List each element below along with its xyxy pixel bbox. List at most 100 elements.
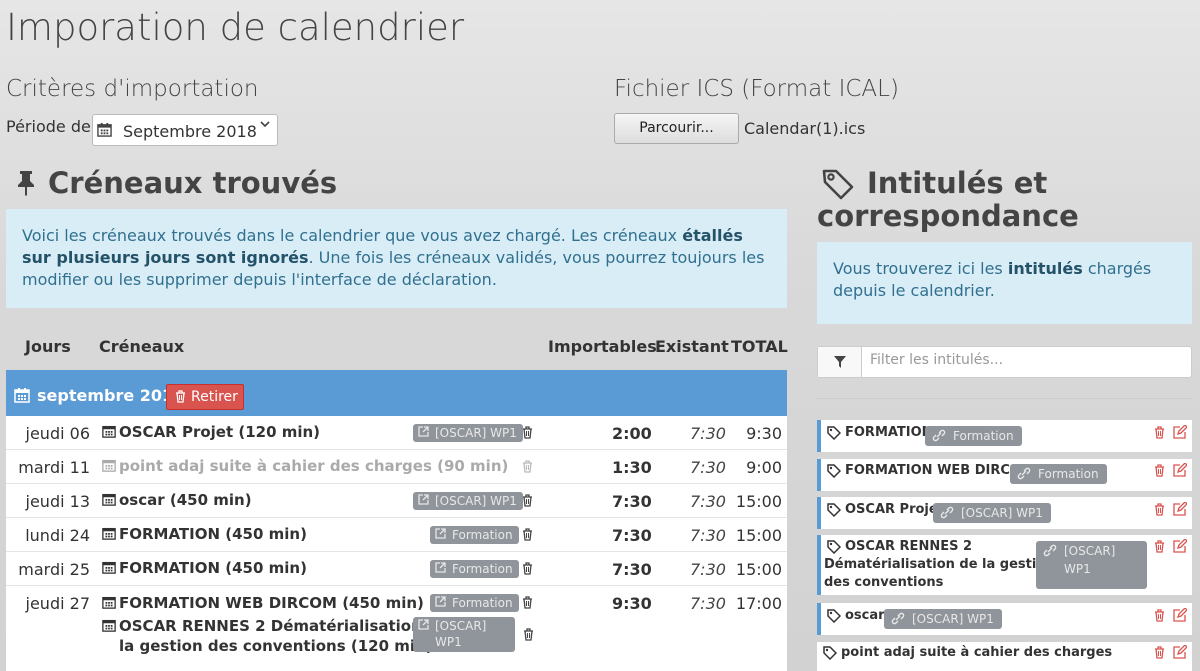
intitules-info-text-1: Vous trouverez ici les bbox=[833, 259, 1008, 278]
importables-value: 7:30 bbox=[612, 492, 652, 511]
slot-tag-label: [OSCAR] WP1 bbox=[435, 426, 517, 440]
periode-label: Période de bbox=[6, 117, 91, 136]
creneaux-table: jeudi 06 OSCAR Projet (120 min) [OSCAR] … bbox=[6, 416, 787, 671]
intitule-tag-label: [OSCAR] WP1 bbox=[961, 506, 1043, 520]
slot-label: oscar (450 min) bbox=[119, 491, 252, 509]
slot-tag[interactable]: [OSCAR] WP1 bbox=[413, 424, 523, 442]
existant-value: 7:30 bbox=[690, 526, 726, 545]
external-link-icon bbox=[435, 562, 446, 573]
importables-value: 9:30 bbox=[612, 594, 652, 613]
slot-tag[interactable]: Formation bbox=[430, 594, 519, 612]
intitule-label: Dématérialisation de la gestion bbox=[824, 557, 1055, 572]
trash-icon[interactable] bbox=[522, 562, 533, 575]
table-row: lundi 24 FORMATION (450 min) Formation 7… bbox=[6, 518, 787, 552]
calendar-icon bbox=[97, 122, 112, 137]
list-item: point adaj suite à cahier des charges bbox=[817, 642, 1192, 671]
intitule-tag-label: Formation bbox=[1038, 467, 1099, 481]
slot-tag[interactable]: [OSCAR] WP1 bbox=[413, 617, 515, 652]
slot-label: FORMATION (450 min) bbox=[119, 559, 307, 577]
filter-input[interactable] bbox=[870, 352, 1180, 368]
total-value: 15:00 bbox=[735, 492, 782, 511]
calendar-icon bbox=[102, 424, 116, 438]
trash-icon[interactable] bbox=[523, 628, 534, 641]
creneaux-info: Voici les créneaux trouvés dans le calen… bbox=[6, 209, 787, 308]
row-day: mardi 25 bbox=[18, 560, 90, 579]
existant-value: 7:30 bbox=[690, 492, 726, 511]
pin-icon bbox=[14, 170, 38, 196]
tag-icon bbox=[827, 464, 841, 478]
col-existant: Existant bbox=[655, 337, 729, 356]
trash-icon[interactable] bbox=[522, 494, 533, 507]
trash-icon[interactable] bbox=[522, 426, 533, 439]
external-link-icon bbox=[435, 528, 446, 539]
trash-icon[interactable] bbox=[1154, 503, 1165, 516]
col-total: TOTAL bbox=[731, 337, 788, 356]
intitule-tag[interactable]: Formation bbox=[925, 426, 1022, 446]
edit-icon[interactable] bbox=[1173, 425, 1187, 439]
slot-label-line: la gestion des conventions (120 min) bbox=[119, 637, 433, 655]
col-importables: Importables bbox=[548, 337, 657, 356]
intitules-heading-1: Intitulés et bbox=[867, 166, 1048, 200]
list-item: FORMATION Formation bbox=[817, 420, 1192, 452]
link-icon bbox=[1017, 467, 1031, 480]
importables-value: 2:00 bbox=[612, 424, 652, 443]
trash-icon[interactable] bbox=[1154, 540, 1165, 553]
list-item: FORMATION WEB DIRCOM Formation bbox=[817, 459, 1192, 491]
slot-label: FORMATION (450 min) bbox=[119, 525, 307, 543]
edit-icon[interactable] bbox=[1173, 502, 1187, 516]
link-icon bbox=[1043, 544, 1057, 557]
row-day: jeudi 06 bbox=[25, 424, 90, 443]
edit-icon[interactable] bbox=[1173, 463, 1187, 477]
slot-tag-label: [OSCAR] WP1 bbox=[435, 619, 487, 649]
total-value: 9:30 bbox=[746, 424, 782, 443]
intitule-tag[interactable]: [OSCAR] WP1 bbox=[884, 609, 1002, 629]
trash-icon[interactable] bbox=[1154, 426, 1165, 439]
slot-tag[interactable]: Formation bbox=[430, 560, 519, 578]
creneaux-info-text-1: Voici les créneaux trouvés dans le calen… bbox=[22, 226, 683, 245]
calendar-icon bbox=[102, 618, 116, 632]
intitule-tag[interactable]: Formation bbox=[1010, 464, 1107, 484]
remove-month-button[interactable]: Retirer bbox=[166, 384, 244, 410]
external-link-icon bbox=[418, 426, 429, 437]
divider bbox=[817, 398, 1192, 399]
period-select[interactable]: Septembre 2018 bbox=[92, 114, 278, 146]
trash-icon[interactable] bbox=[522, 528, 533, 541]
filter-box bbox=[817, 346, 1192, 378]
trash-icon[interactable] bbox=[1154, 646, 1165, 659]
table-row: jeudi 06 OSCAR Projet (120 min) [OSCAR] … bbox=[6, 416, 787, 450]
calendar-icon bbox=[102, 492, 116, 506]
trash-icon[interactable] bbox=[1154, 609, 1165, 622]
external-link-icon bbox=[418, 494, 429, 505]
importables-value: 7:30 bbox=[612, 526, 652, 545]
intitule-label: OSCAR Projet bbox=[845, 502, 944, 517]
criteria-heading: Critères d'importation bbox=[6, 76, 259, 102]
slot-label-line: OSCAR RENNES 2 Dématérialisation de bbox=[119, 617, 448, 635]
browse-button[interactable]: Parcourir... bbox=[614, 113, 739, 144]
intitules-heading-2: correspondance bbox=[817, 199, 1079, 233]
trash-icon bbox=[175, 390, 186, 403]
intitule-label: FORMATION WEB DIRCOM bbox=[845, 463, 1034, 478]
trash-icon[interactable] bbox=[522, 596, 533, 609]
col-jours: Jours bbox=[25, 337, 71, 356]
row-day: lundi 24 bbox=[25, 526, 90, 545]
slot-label: FORMATION WEB DIRCOM (450 min) bbox=[119, 594, 424, 612]
calendar-icon bbox=[102, 560, 116, 574]
filter-icon[interactable] bbox=[818, 347, 862, 377]
total-value: 15:00 bbox=[735, 560, 782, 579]
intitule-label: OSCAR RENNES 2 bbox=[845, 539, 973, 554]
edit-icon[interactable] bbox=[1173, 608, 1187, 622]
intitules-info: Vous trouverez ici les intitulés chargés… bbox=[817, 242, 1192, 324]
tag-icon bbox=[823, 646, 837, 660]
trash-icon[interactable] bbox=[1154, 464, 1165, 477]
intitule-tag[interactable]: [OSCAR] WP1 bbox=[933, 503, 1051, 523]
edit-icon[interactable] bbox=[1173, 645, 1187, 659]
trash-icon[interactable] bbox=[522, 460, 533, 473]
edit-icon[interactable] bbox=[1173, 539, 1187, 553]
slot-tag[interactable]: [OSCAR] WP1 bbox=[413, 492, 523, 510]
intitule-tag-label: Formation bbox=[953, 429, 1014, 443]
intitule-tag[interactable]: [OSCAR] WP1 bbox=[1036, 541, 1147, 589]
external-link-icon bbox=[418, 619, 429, 630]
slot-tag[interactable]: Formation bbox=[430, 526, 519, 544]
row-day: jeudi 13 bbox=[25, 492, 90, 511]
col-creneaux: Créneaux bbox=[99, 337, 185, 356]
